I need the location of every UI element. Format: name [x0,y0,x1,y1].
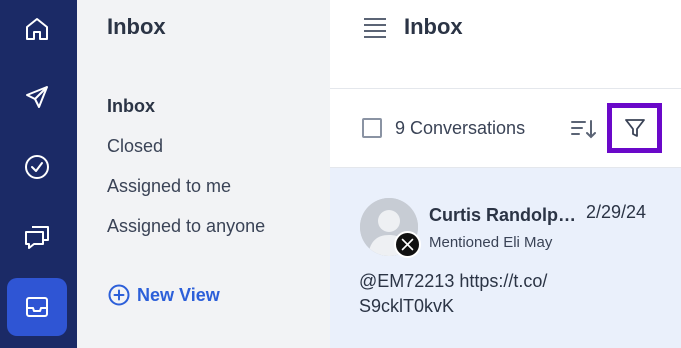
message-preview: @EM72213 https://t.co/ S9cklT0kvK [359,271,548,316]
folder-assigned-to-anyone[interactable]: Assigned to anyone [107,216,265,237]
nav-chat-button[interactable] [7,208,67,266]
page-title: Inbox [404,14,463,39]
sort-icon [571,120,596,139]
sidebar-title: Inbox [107,14,166,39]
select-all-checkbox[interactable] [362,118,382,138]
folder-closed[interactable]: Closed [107,136,163,157]
sort-button[interactable] [570,116,598,142]
hamburger-icon [364,18,386,38]
home-icon [26,18,48,40]
send-icon [26,86,48,108]
conversation-panel: Inbox 9 Conversations Curtis Randolph Jr… [330,0,681,348]
nav-rail [0,0,77,348]
nav-send-button[interactable] [7,68,67,126]
list-toolbar: 9 Conversations [330,88,681,168]
sender-name: Curtis Randolph Jr. [429,205,584,225]
x-logo-icon [401,238,414,251]
nav-home-button[interactable] [7,0,67,58]
filter-icon [624,119,645,137]
check-circle-icon [25,155,49,179]
conversation-date: 2/29/24 [586,202,647,222]
conversation-subline: Mentioned Eli May [429,234,553,251]
channel-badge [394,231,421,258]
filter-button[interactable] [607,103,662,153]
conversation-card[interactable]: Curtis Randolph Jr. 2/29/24 Mentioned El… [330,168,681,348]
chat-icon [25,226,49,249]
plus-circle-icon [108,284,130,306]
folder-sidebar: Inbox Inbox Closed Assigned to me Assign… [77,0,330,348]
nav-inbox-button[interactable] [7,278,67,336]
new-view-label: New View [137,284,220,305]
folder-assigned-to-me[interactable]: Assigned to me [107,176,231,197]
inbox-icon [26,297,48,317]
folder-inbox[interactable]: Inbox [107,96,155,117]
conversation-count: 9 Conversations [395,118,526,138]
menu-toggle-button[interactable] [363,17,387,39]
new-view-button[interactable]: New View [108,284,220,306]
nav-tasks-button[interactable] [7,138,67,196]
